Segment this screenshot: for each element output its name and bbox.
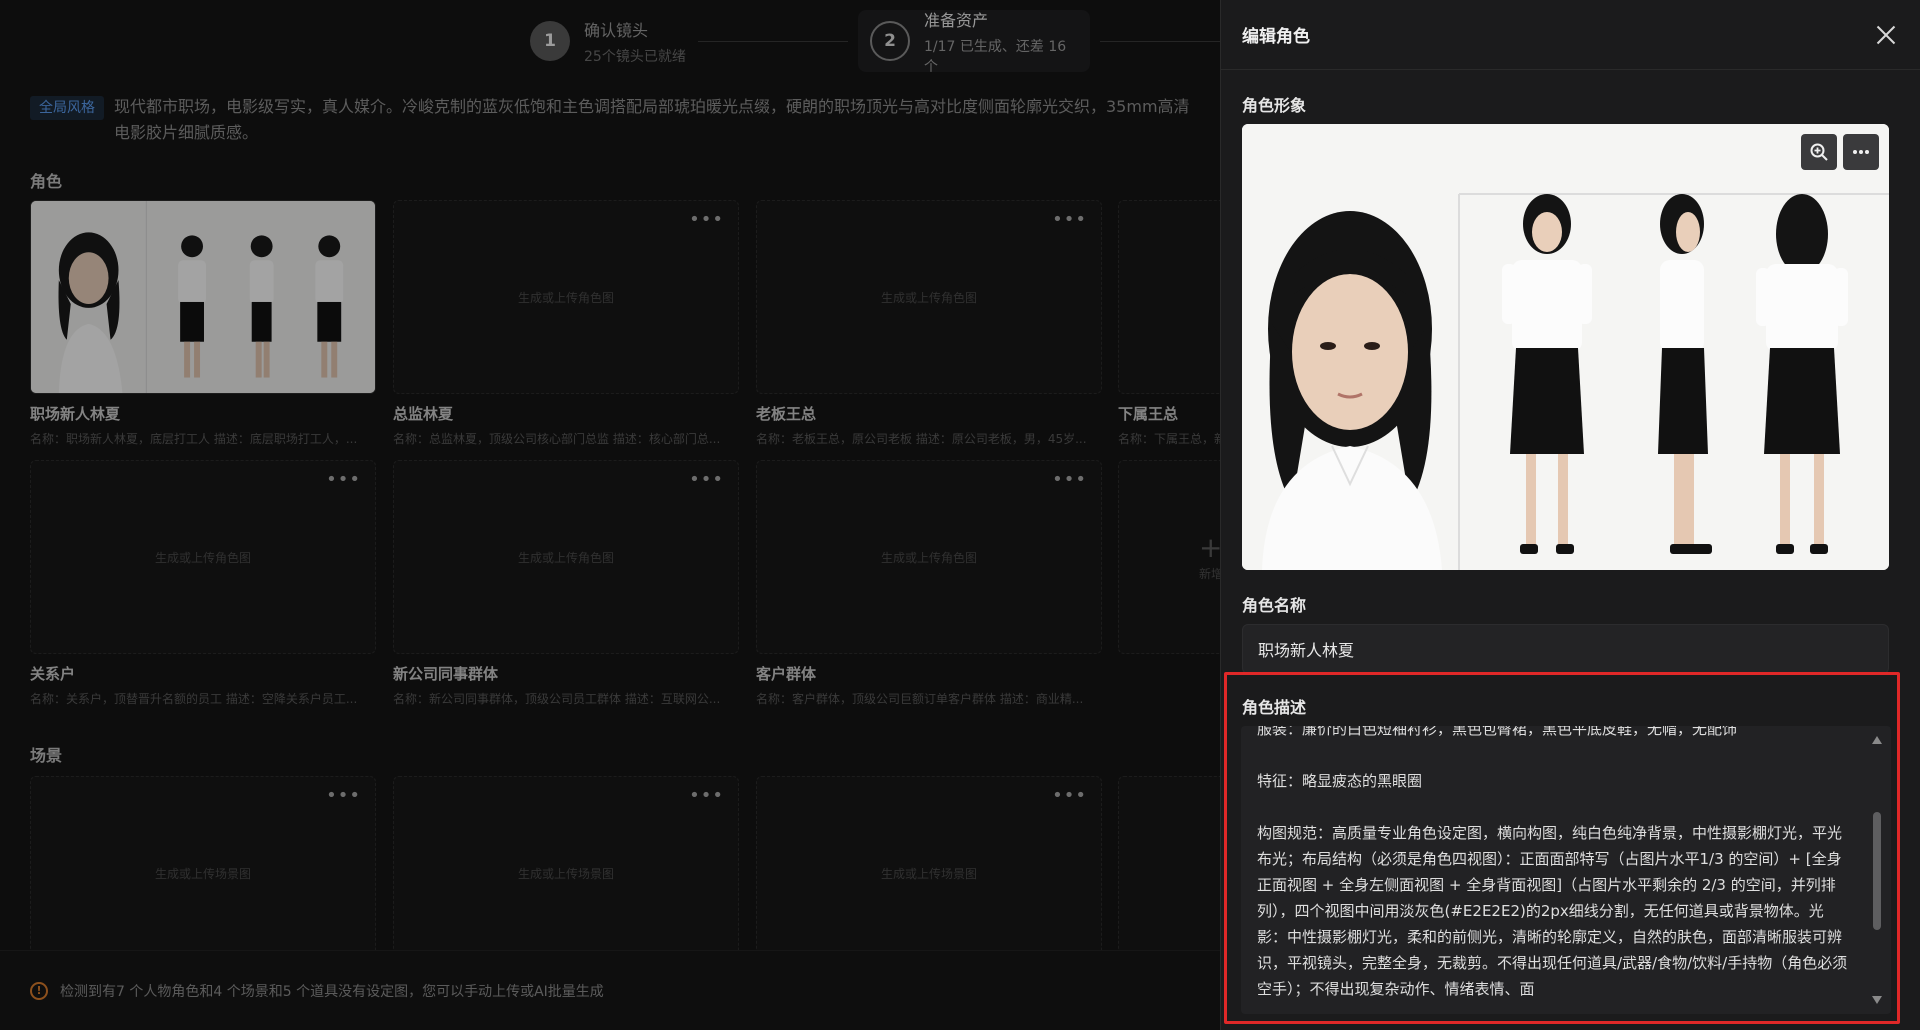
notice-text: 检测到有7 个人物角色和4 个场景和5 个道具没有设定图，您可以手动上传或AI批…	[60, 983, 604, 1000]
role-name: 职场新人林夏	[30, 405, 121, 423]
global-style-text: 现代都市职场，电影级写实，真人媒介。冷峻克制的蓝灰低饱和主色调搭配局部琥珀暖光点…	[114, 97, 1190, 142]
scene-card[interactable]: ••• 生成或上传场景图	[30, 776, 376, 970]
role-image-placeholder[interactable]: ••• 生成或上传角色图	[756, 460, 1102, 654]
role-image-label: 角色形象	[1242, 96, 1307, 115]
more-icon[interactable]: •••	[1052, 787, 1087, 805]
role-name: 关系户	[30, 665, 76, 683]
zoom-in-icon[interactable]	[1801, 134, 1837, 170]
role-name-input[interactable]	[1242, 624, 1889, 674]
placeholder-text: 生成或上传场景图	[880, 866, 977, 881]
step-subtitle: 1/17 已生成、还差 16 个	[924, 38, 1067, 75]
role-card[interactable]: ••• 生成或上传角色图 总监林夏 名称：总监林夏，顶级公司核心部门总监 描述：…	[393, 200, 739, 447]
more-icon[interactable]: •••	[689, 787, 724, 805]
global-style-row: 全局风格 现代都市职场，电影级写实，真人媒介。冷峻克制的蓝灰低饱和主色调搭配局部…	[30, 96, 1200, 146]
role-image-placeholder[interactable]: ••• 生成或上传角色图	[393, 460, 739, 654]
more-icon[interactable]: •••	[326, 787, 361, 805]
more-icon[interactable]: •••	[1052, 471, 1087, 489]
placeholder-text: 生成或上传角色图	[880, 550, 977, 565]
role-desc: 名称：总监林夏，顶级公司核心部门总监 描述：核心部门总...	[393, 432, 721, 446]
scene-image-placeholder[interactable]: ••• 生成或上传场景图	[30, 776, 376, 970]
drawer-header: 编辑角色	[1221, 0, 1920, 70]
placeholder-text: 生成或上传场景图	[517, 866, 614, 881]
role-name: 客户群体	[756, 665, 817, 683]
step-number: 2	[870, 21, 910, 61]
role-image-placeholder[interactable]: ••• 生成或上传角色图	[756, 200, 1102, 394]
role-card[interactable]: ••• 生成或上传角色图 老板王总 名称：老板王总，原公司老板 描述：原公司老板…	[756, 200, 1102, 447]
warning-icon: !	[30, 981, 48, 1000]
step-title: 准备资产	[924, 10, 989, 30]
role-name: 老板王总	[756, 405, 817, 423]
character-sheet-image	[1242, 124, 1889, 570]
placeholder-text: 生成或上传角色图	[517, 290, 614, 305]
scroll-up-icon[interactable]	[1872, 736, 1882, 744]
role-image-placeholder[interactable]: ••• 生成或上传角色图	[393, 200, 739, 394]
role-desc: 名称：职场新人林夏，底层打工人 描述：底层职场打工人，...	[30, 432, 358, 446]
role-name: 总监林夏	[393, 405, 454, 423]
more-icon[interactable]: •••	[326, 471, 361, 489]
role-desc-text: 服装：廉价的白色短袖衬衫，黑色包臀裙，黑色平底皮鞋，无帽，无配饰 特征：略显疲态…	[1257, 726, 1848, 998]
scene-image-placeholder[interactable]: ••• 生成或上传场景图	[393, 776, 739, 970]
add-role-label: 新增	[1199, 567, 1220, 581]
placeholder-text: 生成或上传角色图	[517, 550, 614, 565]
missing-assets-notice: ! 检测到有7 个人物角色和4 个场景和5 个道具没有设定图，您可以手动上传或A…	[0, 950, 1220, 1030]
more-icon[interactable]: •••	[689, 211, 724, 229]
role-card[interactable]: ••• 生成或上传角色图 客户群体 名称：客户群体，顶级公司巨额订单客户群体 描…	[756, 460, 1102, 707]
step-number: 1	[530, 21, 570, 61]
add-role-card[interactable]: + 新增	[1118, 460, 1220, 654]
asset-workspace: 1 确认镜头 25个镜头已就绪 2 准备资产 1/17 已生成、还差 16 个 …	[0, 0, 1220, 1030]
role-name-label: 角色名称	[1242, 596, 1307, 615]
step-prepare-assets[interactable]: 2 准备资产 1/17 已生成、还差 16 个	[858, 10, 1090, 75]
image-toolbar	[1801, 134, 1879, 170]
desc-scrollbar[interactable]	[1871, 732, 1883, 1008]
step-connector	[1100, 41, 1220, 42]
scene-card[interactable]: ••• 生成或上传场景图	[756, 776, 1102, 970]
placeholder-text: 生成或上传角色图	[154, 550, 251, 565]
more-icon[interactable]: •••	[689, 471, 724, 489]
add-role-tile[interactable]: + 新增	[1118, 460, 1220, 654]
progress-stepper: 1 确认镜头 25个镜头已就绪 2 准备资产 1/17 已生成、还差 16 个	[518, 10, 1220, 75]
scene-card[interactable]	[1118, 776, 1220, 970]
placeholder-text: 生成或上传角色图	[880, 290, 977, 305]
step-subtitle: 25个镜头已就绪	[584, 48, 686, 65]
scene-image-placeholder[interactable]	[1118, 776, 1220, 970]
scroll-down-icon[interactable]	[1872, 996, 1882, 1004]
role-image-placeholder[interactable]	[1118, 200, 1220, 394]
global-style-tag: 全局风格	[30, 96, 104, 120]
role-image-placeholder[interactable]: ••• 生成或上传角色图	[30, 460, 376, 654]
role-desc: 名称：新公司同事群体，顶级公司员工群体 描述：互联网公...	[393, 692, 721, 706]
role-name: 下属王总	[1118, 405, 1179, 423]
role-image[interactable]	[30, 200, 376, 394]
role-desc: 名称：关系户，顶替晋升名额的员工 描述：空降关系户员工...	[30, 692, 358, 706]
character-sheet-image	[31, 201, 375, 393]
role-card[interactable]: 职场新人林夏 名称：职场新人林夏，底层打工人 描述：底层职场打工人，...	[30, 200, 376, 447]
role-desc-textarea[interactable]: 服装：廉价的白色短袖衬衫，黑色包臀裙，黑色平底皮鞋，无帽，无配饰 特征：略显疲态…	[1241, 726, 1891, 1014]
scenes-section-title: 场景	[30, 746, 63, 765]
role-card[interactable]: ••• 生成或上传角色图 关系户 名称：关系户，顶替晋升名额的员工 描述：空降关…	[30, 460, 376, 707]
drawer-title: 编辑角色	[1242, 27, 1310, 47]
role-card[interactable]: ••• 生成或上传角色图 新公司同事群体 名称：新公司同事群体，顶级公司员工群体…	[393, 460, 739, 707]
plus-icon: +	[1199, 531, 1220, 564]
role-desc: 名称：客户群体，顶级公司巨额订单客户群体 描述：商业精...	[756, 692, 1084, 706]
role-desc: 名称：老板王总，原公司老板 描述：原公司老板，男，45岁...	[756, 432, 1087, 446]
roles-section-title: 角色	[30, 172, 63, 191]
scene-image-placeholder[interactable]: ••• 生成或上传场景图	[756, 776, 1102, 970]
scrollbar-thumb[interactable]	[1873, 812, 1881, 930]
more-icon[interactable]: •••	[1052, 211, 1087, 229]
role-desc: 名称：下属王总，新...	[1118, 432, 1220, 446]
step-connector	[698, 41, 848, 42]
step-confirm-shots[interactable]: 1 确认镜头 25个镜头已就绪	[518, 10, 698, 72]
role-card[interactable]: 下属王总 名称：下属王总，新...	[1118, 200, 1220, 447]
more-icon[interactable]	[1843, 134, 1879, 170]
placeholder-text: 生成或上传场景图	[154, 866, 251, 881]
role-name: 新公司同事群体	[393, 665, 499, 683]
scene-card[interactable]: ••• 生成或上传场景图	[393, 776, 739, 970]
close-icon[interactable]	[1874, 23, 1898, 47]
role-image-preview[interactable]	[1242, 124, 1889, 570]
step-title: 确认镜头	[584, 20, 649, 40]
